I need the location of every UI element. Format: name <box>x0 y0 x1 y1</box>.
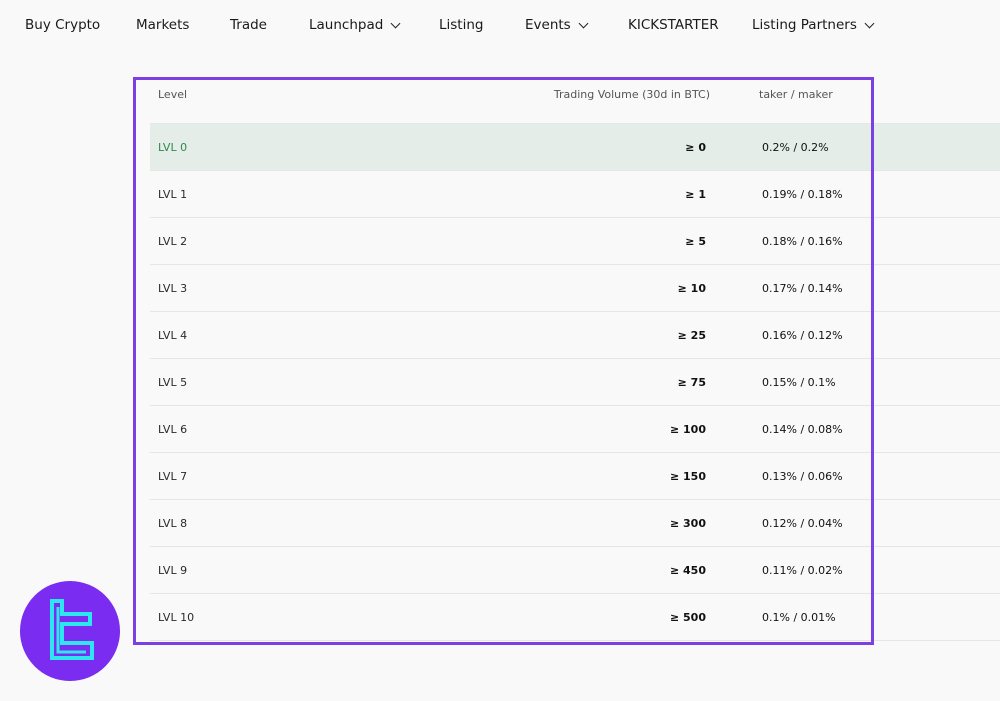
level-cell: LVL 3 <box>158 282 188 295</box>
table-row: LVL 3 ≥ 10 0.17% / 0.14% <box>150 265 1000 312</box>
fee-cell: 0.18% / 0.16% <box>762 235 843 248</box>
trading-volume-cell: ≥ 300 <box>669 517 706 530</box>
trading-volume-cell: ≥ 5 <box>685 235 706 248</box>
level-cell: LVL 2 <box>158 235 188 248</box>
table-row: LVL 10 ≥ 500 0.1% / 0.01% <box>150 594 1000 641</box>
table-row: LVL 6 ≥ 100 0.14% / 0.08% <box>150 406 1000 453</box>
chevron-down-icon <box>390 18 401 28</box>
level-cell: LVL 5 <box>158 376 188 389</box>
trading-volume-cell: ≥ 100 <box>669 423 706 436</box>
table-row: LVL 0 ≥ 0 0.2% / 0.2% <box>150 123 1000 171</box>
level-cell: LVL 7 <box>158 470 188 483</box>
nav-item-listing[interactable]: Listing <box>439 17 483 33</box>
column-header-taker-maker: taker / maker <box>759 88 833 101</box>
trading-volume-cell: ≥ 10 <box>677 282 706 295</box>
level-cell: LVL 1 <box>158 188 188 201</box>
table-row: LVL 5 ≥ 75 0.15% / 0.1% <box>150 359 1000 406</box>
nav-item-label: Events <box>525 17 571 33</box>
fee-cell: 0.12% / 0.04% <box>762 517 843 530</box>
trading-volume-cell: ≥ 500 <box>669 611 706 624</box>
trading-volume-cell: ≥ 1 <box>685 188 706 201</box>
table-row: LVL 9 ≥ 450 0.11% / 0.02% <box>150 547 1000 594</box>
nav-item-label: Listing <box>439 17 484 33</box>
fee-cell: 0.1% / 0.01% <box>762 611 836 624</box>
level-cell: LVL 0 <box>158 141 188 154</box>
trading-volume-cell: ≥ 25 <box>677 329 706 342</box>
nav-item-label: Markets <box>136 17 190 33</box>
trading-volume-cell: ≥ 450 <box>669 564 706 577</box>
nav-item-label: Trade <box>230 17 267 33</box>
chevron-down-icon <box>864 18 875 28</box>
level-cell: LVL 4 <box>158 329 188 342</box>
table-row: LVL 4 ≥ 25 0.16% / 0.12% <box>150 312 1000 359</box>
nav-item-buy-crypto[interactable]: Buy Crypto <box>25 17 100 33</box>
nav-item-label: Buy Crypto <box>25 17 101 33</box>
trading-volume-cell: ≥ 150 <box>669 470 706 483</box>
nav-item-kickstarter[interactable]: KICKSTARTER <box>628 17 719 33</box>
nav-item-listing-partners[interactable]: Listing Partners <box>752 17 875 33</box>
fee-cell: 0.14% / 0.08% <box>762 423 843 436</box>
fee-cell: 0.2% / 0.2% <box>762 141 829 154</box>
level-cell: LVL 10 <box>158 611 195 624</box>
nav-item-label: KICKSTARTER <box>628 17 719 33</box>
nav-item-launchpad[interactable]: Launchpad <box>309 17 401 33</box>
trading-volume-cell: ≥ 75 <box>677 376 706 389</box>
fee-cell: 0.15% / 0.1% <box>762 376 836 389</box>
nav-item-trade[interactable]: Trade <box>230 17 267 33</box>
nav-item-label: Launchpad <box>309 17 384 33</box>
level-cell: LVL 9 <box>158 564 188 577</box>
fee-tier-table: Level Trading Volume (30d in BTC) taker … <box>150 78 1000 641</box>
column-header-level: Level <box>158 88 188 101</box>
top-navigation: Buy Crypto Markets Trade Launchpad Listi… <box>0 0 1000 52</box>
table-row: LVL 7 ≥ 150 0.13% / 0.06% <box>150 453 1000 500</box>
table-row: LVL 1 ≥ 1 0.19% / 0.18% <box>150 171 1000 218</box>
column-header-trading-volume: Trading Volume (30d in BTC) <box>553 88 710 101</box>
table-row: LVL 8 ≥ 300 0.12% / 0.04% <box>150 500 1000 547</box>
fee-cell: 0.11% / 0.02% <box>762 564 843 577</box>
fee-cell: 0.19% / 0.18% <box>762 188 843 201</box>
fee-cell: 0.17% / 0.14% <box>762 282 843 295</box>
level-cell: LVL 8 <box>158 517 188 530</box>
chevron-down-icon <box>578 18 589 28</box>
level-cell: LVL 6 <box>158 423 188 436</box>
nav-item-label: Listing Partners <box>752 17 857 33</box>
nav-item-markets[interactable]: Markets <box>136 17 189 33</box>
trading-volume-cell: ≥ 0 <box>685 141 706 154</box>
tradingfinder-logo-icon <box>20 581 120 681</box>
fee-cell: 0.13% / 0.06% <box>762 470 843 483</box>
table-header: Level Trading Volume (30d in BTC) taker … <box>150 78 1000 123</box>
table-row: LVL 2 ≥ 5 0.18% / 0.16% <box>150 218 1000 265</box>
fee-cell: 0.16% / 0.12% <box>762 329 843 342</box>
nav-item-events[interactable]: Events <box>525 17 589 33</box>
